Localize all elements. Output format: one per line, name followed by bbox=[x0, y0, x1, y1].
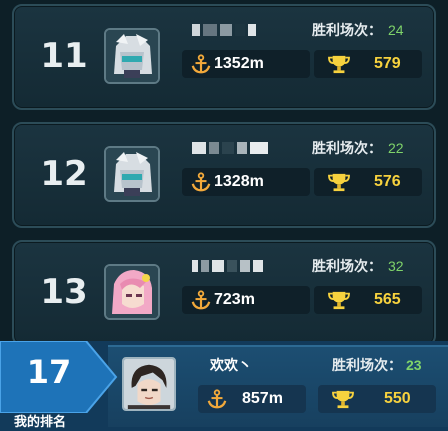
player-name-redacted bbox=[192, 260, 263, 272]
distance-value: 1352m bbox=[214, 55, 264, 72]
distance-box: 723m bbox=[182, 286, 310, 314]
my-rank-bar[interactable]: 欢欢丶 胜利场次： 23 857m 550 17 我的排名 bbox=[0, 341, 448, 431]
trophy-icon bbox=[328, 173, 350, 192]
trophy-value: 550 bbox=[384, 390, 411, 407]
my-avatar[interactable] bbox=[122, 357, 176, 411]
wins-number: 32 bbox=[388, 258, 404, 274]
dark-hair-boy-icon bbox=[124, 359, 174, 409]
leaderboard-row[interactable]: 13 胜利场次： 32 723m 565 bbox=[12, 240, 436, 346]
rank-number: 11 bbox=[40, 36, 88, 76]
distance-box: 1352m bbox=[182, 50, 310, 78]
anchor-icon bbox=[191, 290, 211, 310]
wins-label: 胜利场次： bbox=[332, 357, 402, 373]
trophy-value: 579 bbox=[374, 55, 401, 72]
leaderboard-row[interactable]: 11 胜利场次： 24 1352m 579 bbox=[12, 4, 436, 110]
trophy-value: 576 bbox=[374, 173, 401, 190]
my-player-name: 欢欢丶 bbox=[210, 357, 252, 373]
trophy-box: 550 bbox=[318, 385, 436, 413]
player-avatar[interactable] bbox=[104, 146, 160, 202]
anchor-icon bbox=[191, 172, 211, 192]
player-avatar[interactable] bbox=[104, 264, 160, 320]
leaderboard-row[interactable]: 12 胜利场次： 22 1328m 576 bbox=[12, 122, 436, 228]
trophy-box: 579 bbox=[314, 50, 422, 78]
trophy-icon bbox=[328, 291, 350, 310]
player-name-redacted bbox=[192, 142, 268, 154]
wins-count: 胜利场次： 24 bbox=[312, 20, 404, 40]
anchor-icon bbox=[207, 389, 227, 409]
silver-hair-knight-icon bbox=[106, 148, 158, 200]
rank-number: 12 bbox=[40, 154, 88, 194]
silver-hair-knight-icon bbox=[106, 30, 158, 82]
wins-count: 胜利场次： 32 bbox=[312, 256, 404, 276]
my-wins-count: 胜利场次： 23 bbox=[332, 355, 422, 375]
rank-number: 13 bbox=[40, 272, 88, 312]
my-rank-number: 17 bbox=[26, 353, 72, 391]
distance-value: 723m bbox=[214, 291, 255, 308]
trophy-box: 565 bbox=[314, 286, 422, 314]
anchor-icon bbox=[191, 54, 211, 74]
wins-label: 胜利场次： bbox=[312, 140, 382, 156]
distance-box: 857m bbox=[198, 385, 306, 413]
wins-label: 胜利场次： bbox=[312, 258, 382, 274]
player-name-redacted bbox=[192, 24, 256, 36]
wins-number: 22 bbox=[388, 140, 404, 156]
wins-label: 胜利场次： bbox=[312, 22, 382, 38]
my-rank-label: 我的排名 bbox=[14, 414, 67, 429]
distance-value: 1328m bbox=[214, 173, 264, 190]
my-rank-panel: 欢欢丶 胜利场次： 23 857m 550 bbox=[108, 345, 448, 427]
wins-number: 24 bbox=[388, 22, 404, 38]
pink-hair-girl-icon bbox=[106, 266, 158, 318]
distance-value: 857m bbox=[242, 390, 283, 407]
distance-box: 1328m bbox=[182, 168, 310, 196]
wins-number: 23 bbox=[406, 357, 422, 373]
wins-count: 胜利场次： 22 bbox=[312, 138, 404, 158]
player-avatar[interactable] bbox=[104, 28, 160, 84]
trophy-icon bbox=[332, 390, 354, 409]
trophy-icon bbox=[328, 55, 350, 74]
trophy-box: 576 bbox=[314, 168, 422, 196]
trophy-value: 565 bbox=[374, 291, 401, 308]
